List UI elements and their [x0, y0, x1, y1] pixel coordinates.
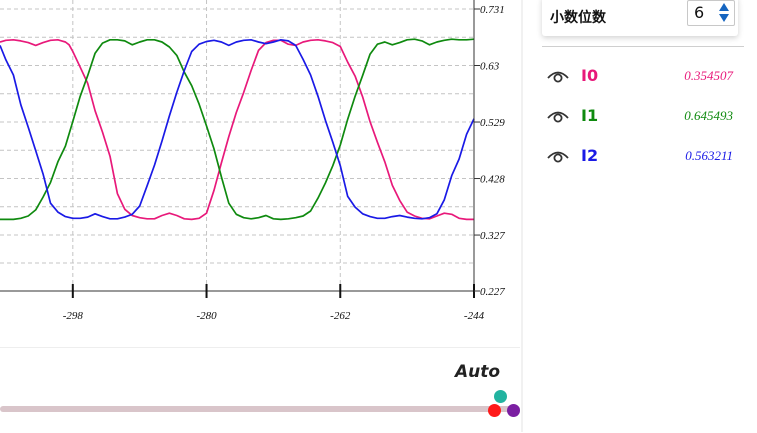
y-tick-label: 0.529 — [480, 117, 505, 129]
eye-icon[interactable] — [547, 148, 569, 164]
grid-lines — [0, 0, 475, 291]
timeline-panel: Auto — [0, 347, 520, 433]
y-tick-label: 0.63 — [480, 61, 500, 73]
series-lines — [0, 38, 475, 221]
eye-icon[interactable] — [547, 68, 569, 84]
y-tick-label: 0.327 — [480, 230, 505, 242]
side-panel: 小数位数 6 I0 0.354507 I1 0.645493 I2 0.5632… — [523, 0, 757, 432]
legend-series-value: 0.563211 — [685, 148, 733, 163]
legend-series-value: 0.645493 — [684, 108, 733, 123]
side-divider — [542, 46, 744, 47]
legend-series-name: I1 — [581, 106, 599, 125]
legend-item-i0[interactable]: I0 0.354507 — [547, 65, 747, 87]
legend-series-name: I0 — [581, 66, 599, 85]
timeline-slider-track[interactable] — [0, 406, 520, 412]
line-chart: -298 -280 -262 -244 0.731 0.63 0.529 0.428 0.327… — [0, 0, 505, 322]
decimal-places-value[interactable]: 6 — [694, 3, 704, 22]
timeline-marker-purple[interactable] — [507, 404, 520, 417]
decimal-places-setting: 小数位数 6 — [542, 0, 738, 36]
x-tick-label: -298 — [63, 310, 84, 322]
legend-item-i2[interactable]: I2 0.563211 — [547, 145, 747, 167]
series-line-i1 — [0, 38, 475, 221]
timeline-marker-teal[interactable] — [494, 390, 507, 403]
axes: -298 -280 -262 -244 0.731 0.63 0.529 0.428 0.327… — [0, 0, 505, 322]
decimal-places-label: 小数位数 — [550, 10, 606, 26]
y-tick-label: 0.428 — [480, 174, 505, 186]
legend-item-i1[interactable]: I1 0.645493 — [547, 105, 747, 127]
y-tick-label: 0.731 — [480, 4, 505, 16]
chart-panel: -298 -280 -262 -244 0.731 0.63 0.529 0.428 0.327… — [0, 0, 520, 345]
auto-mode-label[interactable]: Auto — [455, 362, 500, 382]
spin-up-arrow-icon[interactable] — [719, 3, 729, 11]
decimal-places-stepper[interactable]: 6 — [687, 0, 735, 26]
x-tick-label: -262 — [330, 310, 351, 322]
y-tick-label: 0.227 — [480, 286, 505, 298]
x-tick-label: -280 — [196, 310, 217, 322]
spin-down-arrow-icon[interactable] — [719, 14, 729, 22]
legend-series-name: I2 — [581, 146, 599, 165]
timeline-marker-red[interactable] — [488, 404, 501, 417]
eye-icon[interactable] — [547, 108, 569, 124]
legend-series-value: 0.354507 — [684, 68, 733, 83]
x-tick-label: -244 — [464, 310, 485, 322]
